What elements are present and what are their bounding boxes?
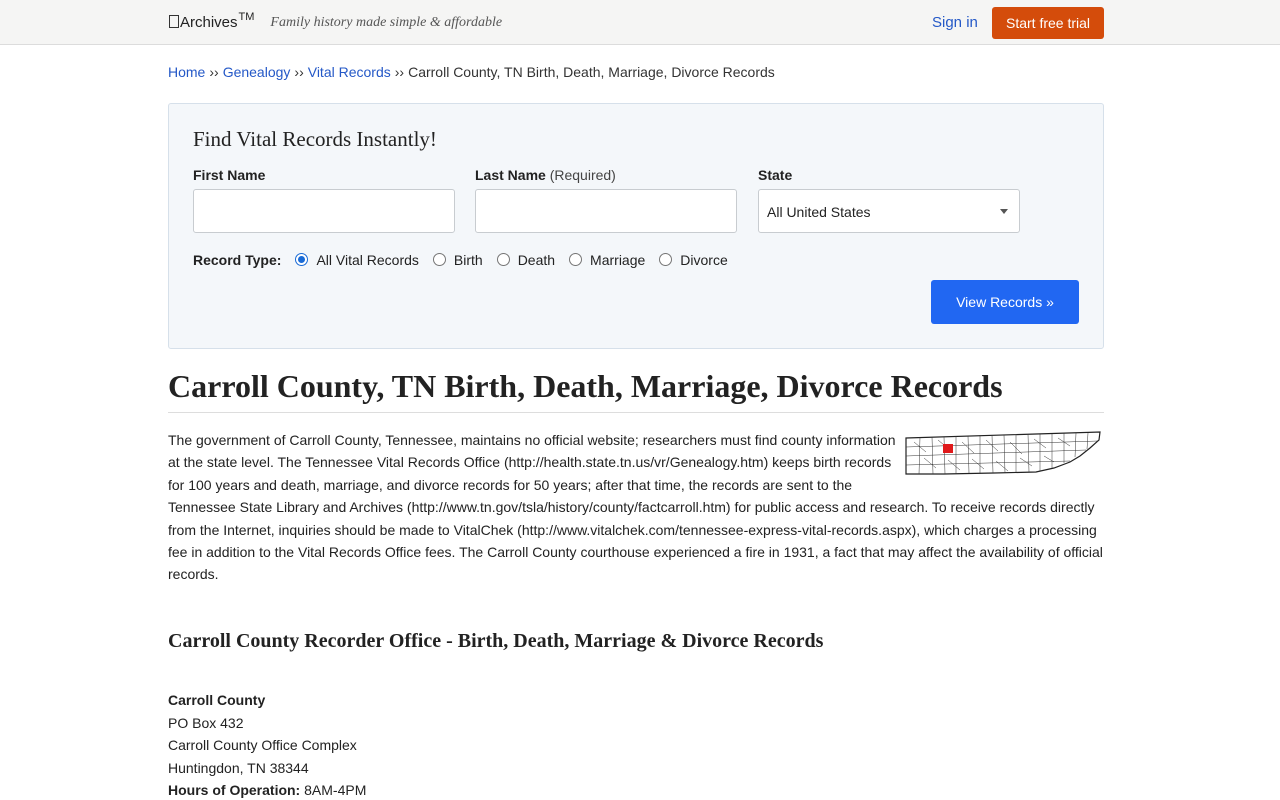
- logo-text: Archives: [180, 14, 238, 31]
- office-address-line: Carroll County Office Complex: [168, 737, 357, 753]
- last-name-label: Last Name (Required): [475, 167, 616, 183]
- hours-value: 8AM-4PM: [304, 782, 367, 798]
- title-divider: [168, 412, 1104, 413]
- search-panel-title: Find Vital Records Instantly!: [193, 127, 437, 151]
- record-type-option-label: Death: [517, 252, 556, 268]
- logo-trademark: TM: [238, 11, 255, 23]
- sign-in-link[interactable]: Sign in: [932, 14, 978, 31]
- hours-label: Hours of Operation:: [168, 782, 301, 798]
- radio-divorce[interactable]: [659, 252, 673, 266]
- office-address-line: PO Box 432: [168, 714, 244, 731]
- record-type-group: Record Type: All Vital Records Birth Dea…: [193, 250, 742, 270]
- record-type-option-death[interactable]: Death: [496, 252, 556, 268]
- breadcrumb-genealogy[interactable]: Genealogy: [223, 64, 291, 80]
- first-name-label: First Name: [193, 167, 265, 183]
- vital-records-search-panel: Find Vital Records Instantly! First Name…: [168, 103, 1104, 349]
- record-type-option-divorce[interactable]: Divorce: [659, 252, 728, 268]
- tagline: Family history made simple & affordable: [270, 15, 503, 30]
- breadcrumb-separator: ››: [394, 64, 405, 80]
- radio-all-vital-records[interactable]: [295, 252, 309, 266]
- record-type-option-label: Birth: [453, 252, 483, 268]
- chevron-down-icon: [1000, 209, 1008, 214]
- breadcrumb-current: Carroll County, TN Birth, Death, Marriag…: [408, 64, 775, 80]
- office-name: Carroll County: [168, 692, 266, 708]
- first-name-label-text: First Name: [193, 167, 266, 183]
- last-name-input[interactable]: [475, 189, 737, 233]
- tennessee-county-map-icon: [905, 431, 1101, 475]
- record-type-option-marriage[interactable]: Marriage: [569, 252, 645, 268]
- state-label: State: [758, 167, 793, 183]
- record-type-label: Record Type:: [193, 252, 282, 268]
- intro-section: The government of Carroll County, Tennes…: [168, 429, 1104, 586]
- archives-logo-icon: [169, 15, 179, 28]
- breadcrumb-vital-records[interactable]: Vital Records: [308, 64, 391, 80]
- breadcrumb: Home ›› Genealogy ›› Vital Records ›› Carroll …: [168, 64, 775, 80]
- office-address-line: Huntingdon, TN 38344: [168, 759, 309, 776]
- breadcrumb-separator: ››: [294, 64, 304, 80]
- state-select[interactable]: All United States: [758, 189, 1020, 233]
- record-type-option-label: All Vital Records: [316, 252, 419, 268]
- record-type-option-label: Marriage: [590, 252, 646, 268]
- record-type-option-all[interactable]: All Vital Records: [295, 252, 419, 268]
- required-note: (Required): [549, 167, 616, 183]
- record-type-option-label: Divorce: [680, 252, 728, 268]
- record-type-option-birth[interactable]: Birth: [432, 252, 483, 268]
- first-name-input[interactable]: [193, 189, 455, 233]
- radio-birth[interactable]: [432, 252, 446, 266]
- view-records-button[interactable]: View Records »: [931, 280, 1079, 324]
- top-navigation-bar: Archives TM Family history made simple &…: [0, 0, 1280, 45]
- start-free-trial-button[interactable]: Start free trial: [992, 7, 1104, 39]
- breadcrumb-home[interactable]: Home: [168, 64, 205, 80]
- breadcrumb-separator: ››: [209, 64, 219, 80]
- state-select-value: All United States: [767, 204, 871, 220]
- last-name-label-text: Last Name: [475, 167, 546, 183]
- page-title: Carroll County, TN Birth, Death, Marriag…: [168, 368, 1003, 404]
- brand[interactable]: Archives TM Family history made simple &…: [169, 11, 503, 32]
- office-address: Carroll County PO Box 432 Carroll County…: [168, 689, 366, 800]
- radio-marriage[interactable]: [569, 252, 583, 266]
- office-hours: Hours of Operation: 8AM-4PM: [168, 779, 366, 800]
- recorder-office-heading: Carroll County Recorder Office - Birth, …: [168, 630, 824, 652]
- radio-death[interactable]: [496, 252, 510, 266]
